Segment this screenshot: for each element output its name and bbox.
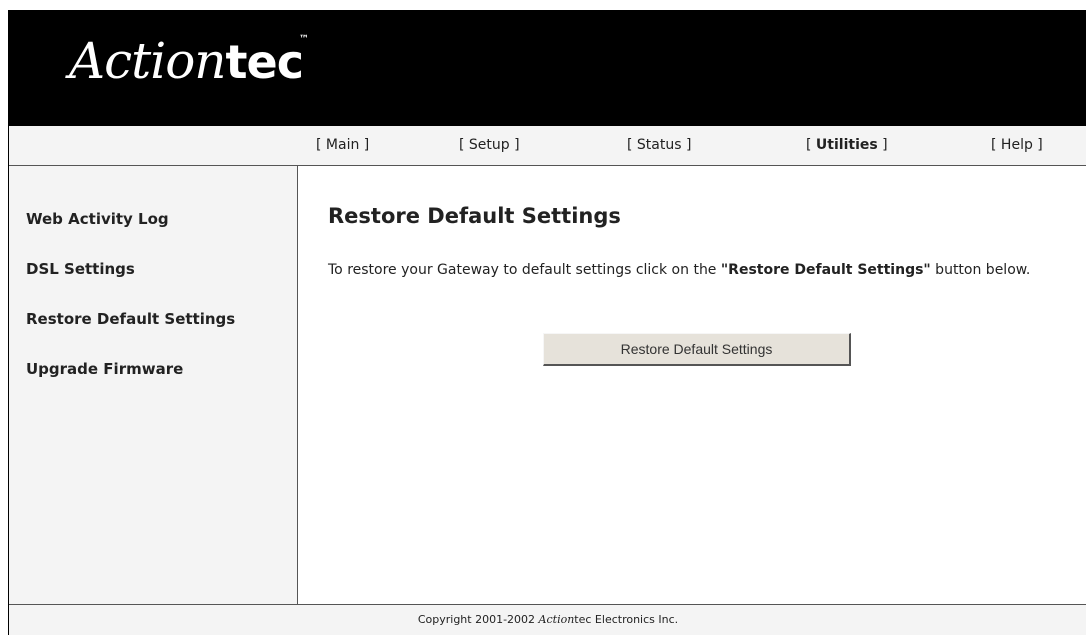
nav-status-label: Status	[636, 137, 682, 153]
main-content: Restore Default Settings To restore your…	[298, 166, 1086, 604]
sidebar-item-web-activity-log[interactable]: Web Activity Log	[26, 210, 169, 228]
sidebar-item-restore-default-settings[interactable]: Restore Default Settings	[26, 310, 235, 328]
top-nav: [ Main ] [ Setup ] [ Status ] [ Utilitie…	[9, 126, 1086, 166]
footer-copyright-suffix: Electronics Inc.	[591, 613, 679, 626]
sidebar: Web Activity Log DSL Settings Restore De…	[9, 166, 298, 604]
logo-bold: tec	[225, 35, 304, 89]
instructions-bold: "Restore Default Settings"	[720, 262, 931, 278]
logo-trademark: ™	[298, 34, 309, 45]
app-frame: Actiontec™ [ Main ] [ Setup ] [ Status ]…	[8, 10, 1086, 635]
footer: Copyright 2001-2002 Actiontec Electronic…	[9, 604, 1086, 635]
header-banner: Actiontec™	[9, 10, 1086, 126]
nav-main[interactable]: [ Main ]	[316, 137, 369, 153]
instructions-suffix: button below.	[930, 262, 1031, 278]
instructions-text: To restore your Gateway to default setti…	[328, 262, 1073, 279]
page-title: Restore Default Settings	[328, 204, 621, 228]
sidebar-item-upgrade-firmware[interactable]: Upgrade Firmware	[26, 360, 183, 378]
nav-setup[interactable]: [ Setup ]	[459, 137, 520, 153]
logo-script: Action	[69, 32, 226, 90]
nav-utilities-label: Utilities	[815, 137, 878, 153]
nav-help-label: Help	[1000, 137, 1033, 153]
nav-setup-label: Setup	[468, 137, 510, 153]
nav-utilities[interactable]: [ Utilities ]	[806, 137, 888, 153]
instructions-prefix: To restore your Gateway to default setti…	[328, 262, 721, 278]
nav-status[interactable]: [ Status ]	[627, 137, 691, 153]
restore-default-settings-button[interactable]: Restore Default Settings	[543, 333, 851, 366]
sidebar-item-dsl-settings[interactable]: DSL Settings	[26, 260, 135, 278]
footer-brand-rest: tec	[574, 613, 592, 626]
nav-main-label: Main	[325, 137, 360, 153]
footer-brand-italic: Action	[538, 613, 575, 626]
footer-copyright-prefix: Copyright 2001-2002	[417, 613, 539, 626]
nav-help[interactable]: [ Help ]	[991, 137, 1043, 153]
actiontec-logo: Actiontec™	[69, 32, 309, 90]
